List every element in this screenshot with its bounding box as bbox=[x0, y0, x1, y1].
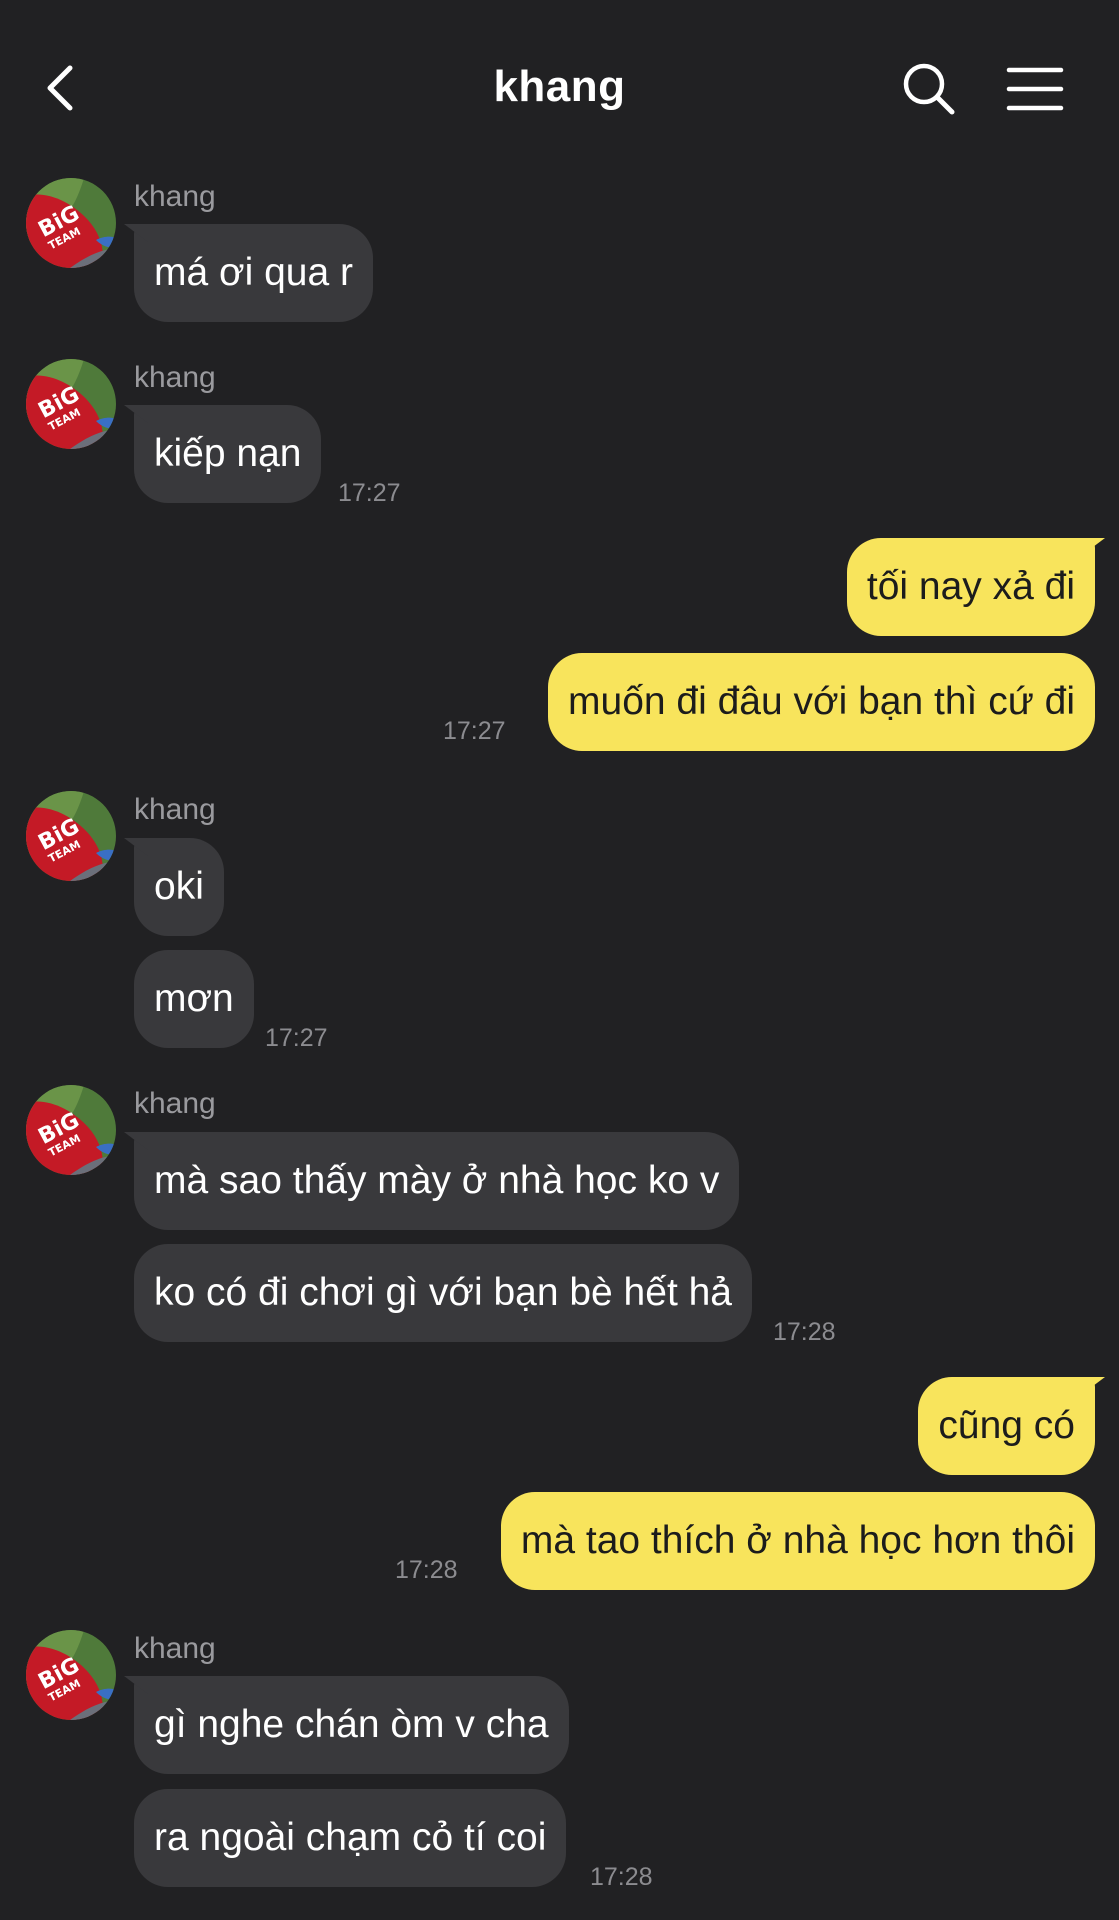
message-timestamp: 17:27 bbox=[443, 717, 506, 745]
outgoing-message[interactable]: muốn đi đâu với bạn thì cứ đi bbox=[548, 653, 1095, 751]
incoming-message[interactable]: má ơi qua r bbox=[134, 224, 373, 322]
message-timestamp: 17:27 bbox=[338, 479, 401, 507]
incoming-message[interactable]: mà sao thấy mày ở nhà học ko v bbox=[134, 1132, 740, 1230]
avatar-image bbox=[26, 1630, 116, 1720]
sender-name: khang bbox=[134, 361, 216, 394]
avatar-image bbox=[26, 791, 116, 881]
sender-name: khang bbox=[134, 180, 216, 213]
chat-header: khang bbox=[0, 0, 1119, 176]
sender-name: khang bbox=[134, 1087, 216, 1120]
message-timestamp: 17:28 bbox=[395, 1556, 458, 1584]
avatar-image bbox=[26, 1085, 116, 1175]
incoming-message[interactable]: ko có đi chơi gì với bạn bè hết hả bbox=[134, 1244, 752, 1342]
message-timestamp: 17:27 bbox=[265, 1024, 328, 1052]
search-button[interactable] bbox=[900, 60, 958, 118]
menu-button[interactable] bbox=[1006, 64, 1064, 114]
contact-avatar[interactable] bbox=[26, 178, 116, 268]
incoming-message[interactable]: kiếp nạn bbox=[134, 405, 322, 503]
sender-name: khang bbox=[134, 1632, 216, 1665]
incoming-message[interactable]: oki bbox=[134, 838, 224, 936]
contact-avatar[interactable] bbox=[26, 1085, 116, 1175]
outgoing-message[interactable]: cũng có bbox=[918, 1377, 1095, 1475]
incoming-message[interactable]: gì nghe chán òm v cha bbox=[134, 1676, 569, 1774]
message-timestamp: 17:28 bbox=[773, 1318, 836, 1346]
outgoing-message[interactable]: mà tao thích ở nhà học hơn thôi bbox=[500, 1492, 1095, 1590]
hamburger-menu-icon bbox=[1006, 67, 1064, 111]
search-icon bbox=[903, 63, 955, 115]
outgoing-message[interactable]: tối nay xả đi bbox=[846, 538, 1095, 636]
contact-avatar[interactable] bbox=[26, 791, 116, 881]
incoming-message[interactable]: mơn bbox=[134, 950, 254, 1048]
incoming-message[interactable]: ra ngoài chạm cỏ tí coi bbox=[134, 1789, 567, 1887]
avatar-image bbox=[26, 359, 116, 449]
contact-avatar[interactable] bbox=[26, 359, 116, 449]
message-timestamp: 17:28 bbox=[590, 1863, 653, 1891]
contact-avatar[interactable] bbox=[26, 1630, 116, 1720]
sender-name: khang bbox=[134, 793, 216, 826]
avatar-image bbox=[26, 178, 116, 268]
